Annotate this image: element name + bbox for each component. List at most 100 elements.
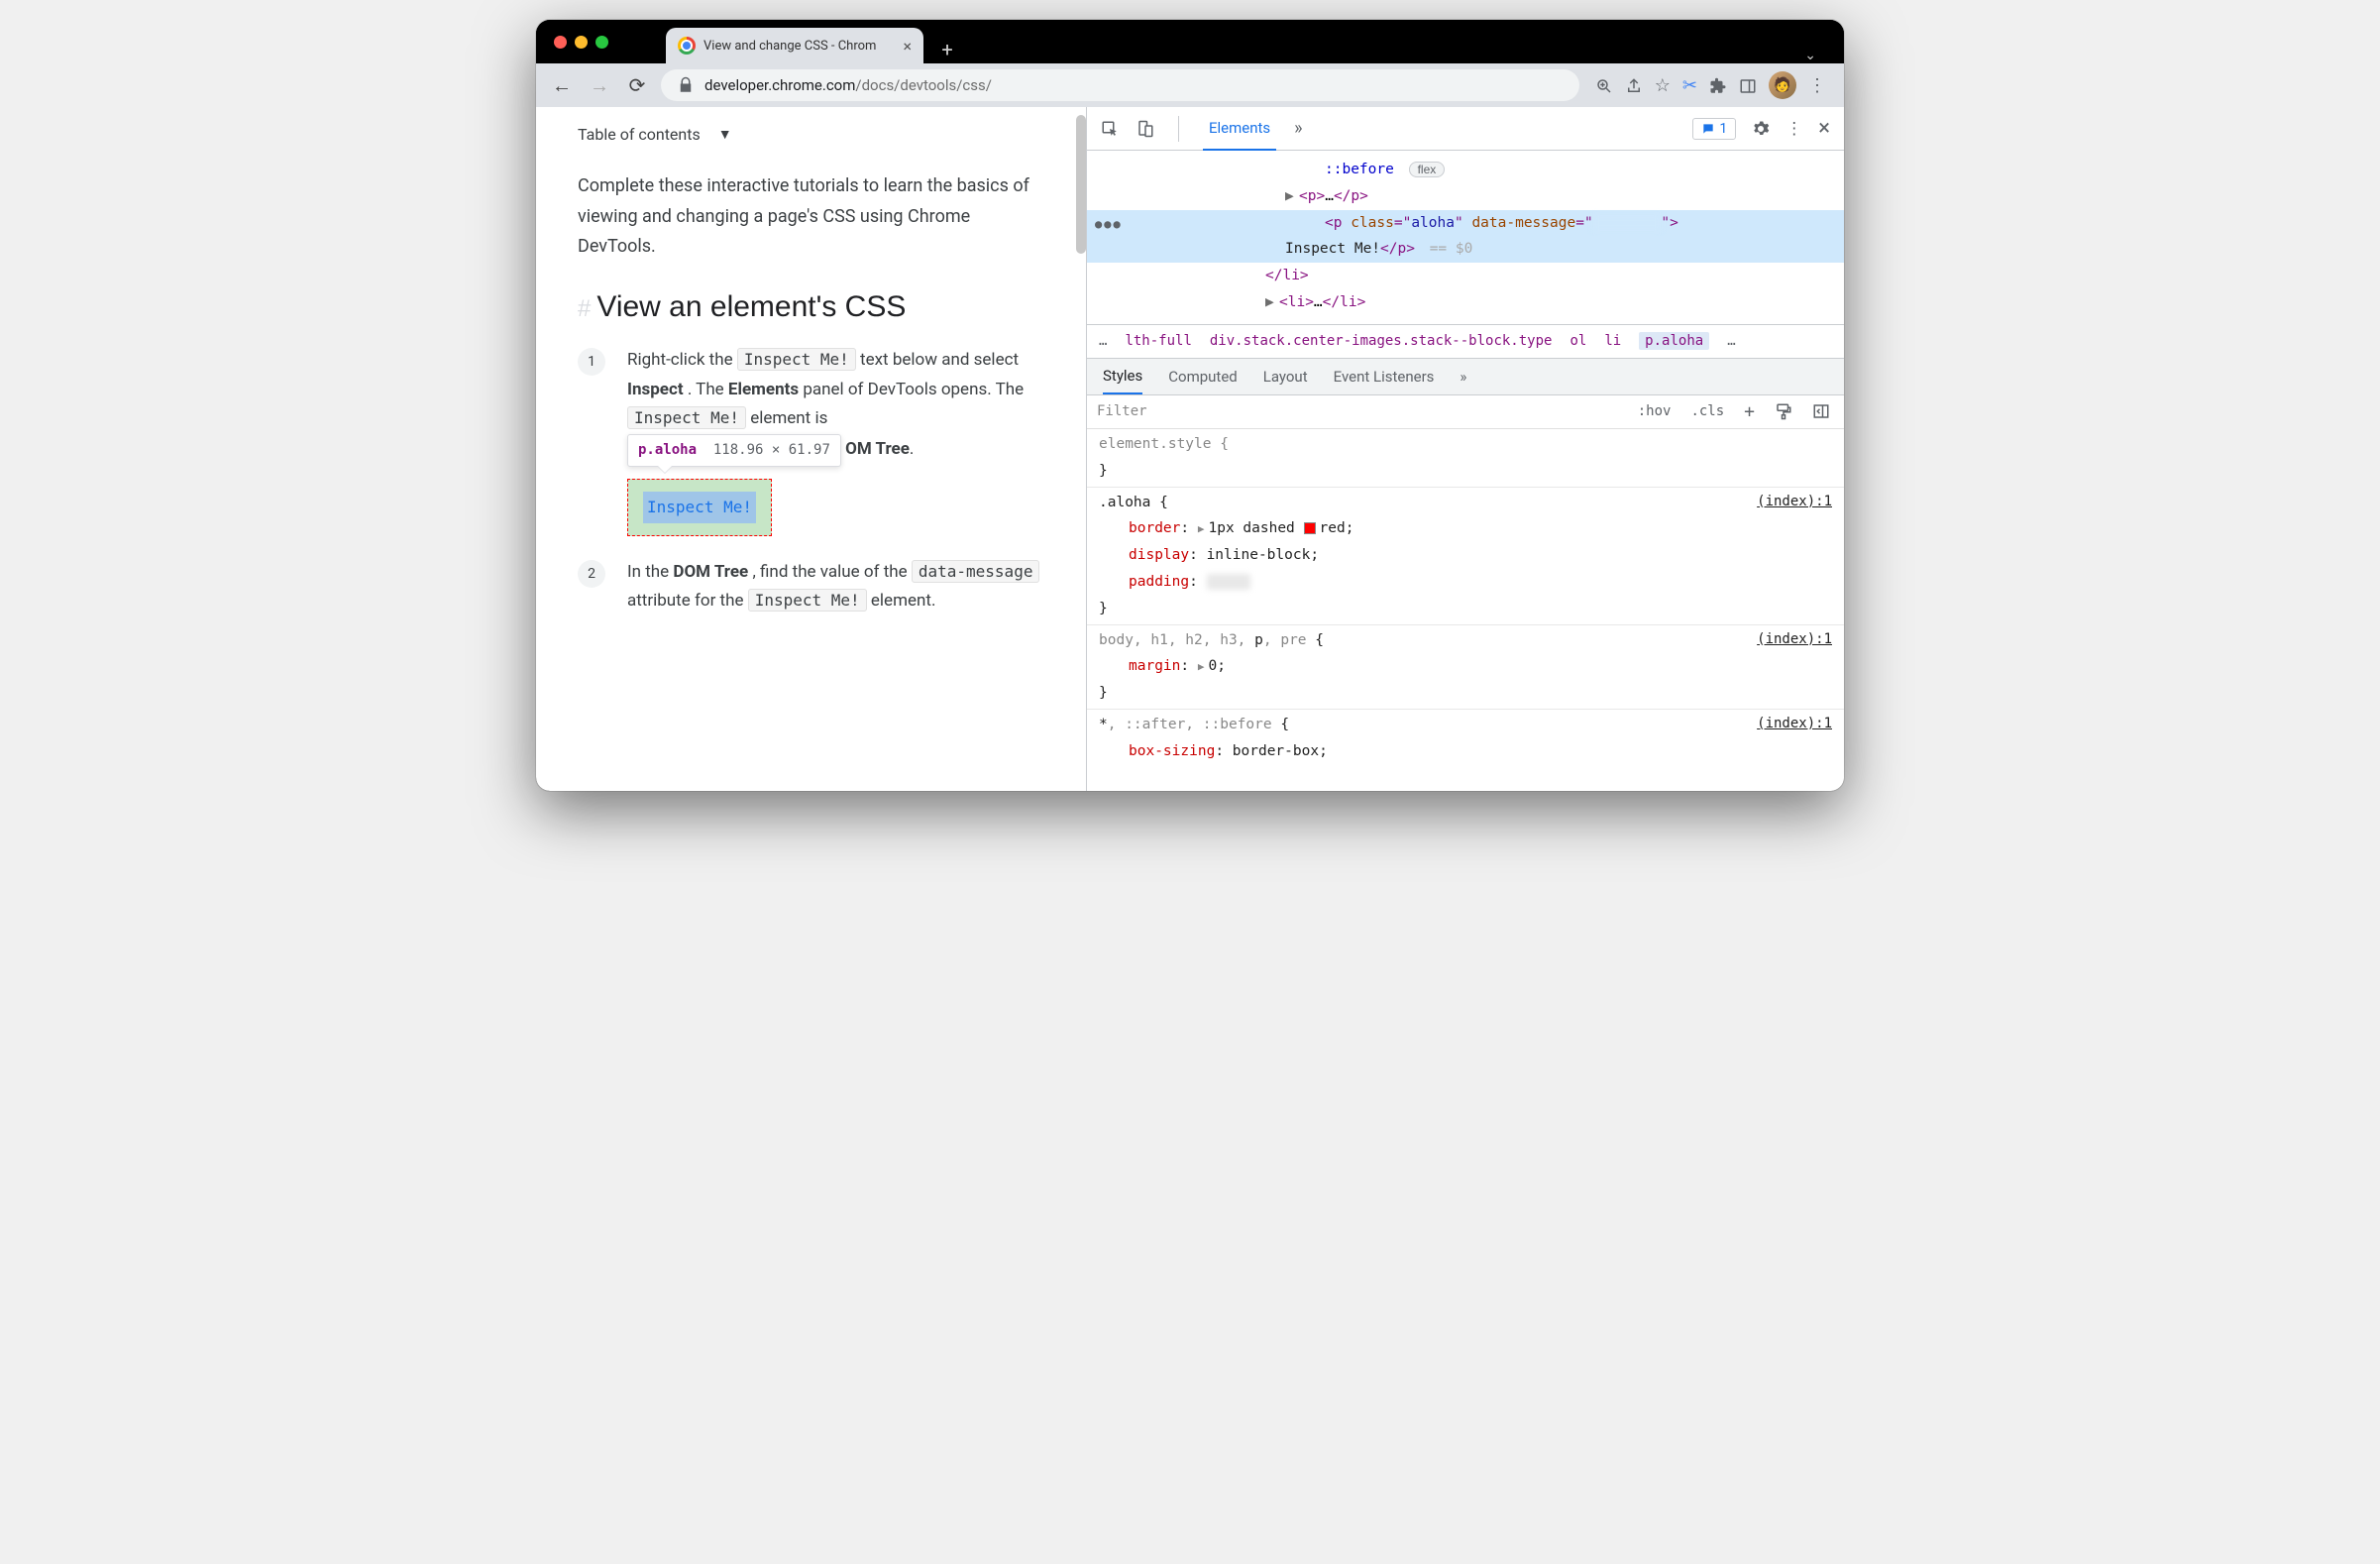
tree-row-selected[interactable]: ●●● <p class="aloha" data-message=" ">	[1087, 210, 1844, 237]
tree-row[interactable]: </li>	[1087, 263, 1844, 289]
scrollbar-thumb[interactable]	[1076, 115, 1086, 254]
issue-count: 1	[1719, 121, 1727, 137]
paint-icon[interactable]	[1771, 400, 1796, 422]
bc-item-active[interactable]: p.aloha	[1639, 332, 1709, 350]
kebab-menu-icon[interactable]: ⋮	[1808, 75, 1826, 96]
tab-strip: View and change CSS - Chrom × + ⌄	[666, 20, 1826, 63]
tab-computed[interactable]: Computed	[1168, 368, 1238, 386]
window-close-button[interactable]	[554, 36, 567, 49]
selector-gray: body, h1, h2, h3,	[1099, 632, 1254, 648]
tree-row-selected-text[interactable]: Inspect Me!</p> == $0	[1087, 236, 1844, 263]
settings-icon[interactable]	[1752, 119, 1770, 139]
rule-aloha[interactable]: (index):1 .aloha { border: ▶1px dashed r…	[1087, 488, 1844, 625]
attr: class	[1351, 215, 1394, 231]
expand-icon[interactable]: ▶	[1198, 522, 1205, 535]
toc-toggle[interactable]: Table of contents ▼	[578, 125, 1044, 144]
expand-icon[interactable]: ▶	[1198, 660, 1205, 673]
back-button[interactable]: ←	[548, 73, 576, 98]
prop-val: border-box	[1233, 743, 1319, 759]
pseudo-before: ::before	[1325, 162, 1394, 177]
close-devtools-icon[interactable]: ×	[1818, 116, 1830, 141]
source-link[interactable]: (index):1	[1757, 627, 1832, 653]
zoom-icon[interactable]	[1595, 75, 1613, 96]
tooltip-dimensions: 118.96 × 61.97	[713, 442, 830, 458]
inspect-me-element[interactable]: Inspect Me!	[627, 479, 772, 536]
tab-layout[interactable]: Layout	[1263, 368, 1308, 386]
bookmark-icon[interactable]: ☆	[1655, 75, 1671, 96]
ellipsis: …	[1325, 188, 1334, 204]
styles-filter-input[interactable]: Filter	[1097, 403, 1622, 419]
prop-val: red	[1320, 520, 1346, 536]
new-tab-button[interactable]: +	[933, 36, 961, 63]
device-toggle-icon[interactable]	[1136, 118, 1154, 139]
bc-item[interactable]: div.stack.center-images.stack--block.typ…	[1210, 333, 1553, 349]
browser-tab[interactable]: View and change CSS - Chrom ×	[666, 28, 923, 63]
text: text below and select	[860, 350, 1019, 370]
bc-item[interactable]: ol	[1569, 333, 1586, 349]
selector-gray: , pre	[1263, 632, 1307, 648]
breadcrumb[interactable]: … lth-full div.stack.center-images.stack…	[1087, 324, 1844, 358]
selected-indicator-icon: ●●●	[1095, 213, 1123, 235]
tree-row[interactable]: ▶<li>…</li>	[1087, 289, 1844, 316]
selector-match: p	[1254, 632, 1263, 648]
source-link[interactable]: (index):1	[1757, 712, 1832, 737]
cls-toggle[interactable]: .cls	[1686, 401, 1728, 421]
bc-more[interactable]: …	[1099, 333, 1107, 349]
more-tabs-icon[interactable]: »	[1460, 368, 1466, 386]
bold-inspect: Inspect	[627, 380, 684, 399]
text: element.	[871, 591, 936, 611]
source-link[interactable]: (index):1	[1757, 490, 1832, 515]
scissors-extension-icon[interactable]: ✂	[1682, 75, 1697, 96]
chevron-down-icon: ▼	[718, 126, 732, 143]
elements-tree[interactable]: ::before flex ▶<p>…</p> ●●● <p class="al…	[1087, 151, 1844, 324]
rule-body-etc[interactable]: (index):1 body, h1, h2, h3, p, pre { mar…	[1087, 625, 1844, 710]
window-minimize-button[interactable]	[575, 36, 588, 49]
step-1: 1 Right-click the Inspect Me! text below…	[578, 346, 1044, 536]
styles-rules[interactable]: element.style { } (index):1 .aloha { bor…	[1087, 429, 1844, 791]
selector-gray: , ::after, ::before	[1108, 717, 1272, 732]
bold-dom-tree: DOM Tree	[673, 562, 748, 582]
expand-icon[interactable]: ▶	[1285, 183, 1297, 210]
issues-badge[interactable]: 1	[1692, 118, 1736, 140]
sidepanel-icon[interactable]	[1739, 75, 1757, 96]
hov-toggle[interactable]: :hov	[1634, 401, 1676, 421]
inspect-element-icon[interactable]	[1101, 118, 1119, 139]
rule-element-style[interactable]: element.style { }	[1087, 429, 1844, 488]
expand-icon[interactable]: ▶	[1265, 289, 1277, 316]
bc-item[interactable]: lth-full	[1125, 333, 1191, 349]
code-inspect-me-2: Inspect Me!	[627, 406, 746, 429]
new-rule-icon[interactable]: +	[1740, 399, 1759, 424]
prop-val: 1px dashed	[1208, 520, 1303, 536]
url-path: /docs/devtools/css/	[855, 76, 992, 94]
tree-row[interactable]: ::before flex	[1087, 157, 1844, 183]
tag: <li>	[1279, 294, 1314, 310]
prop-name: display	[1129, 547, 1189, 563]
tabs-menu-icon[interactable]: ⌄	[1804, 48, 1816, 63]
selector: .aloha	[1099, 495, 1150, 510]
address-bar[interactable]: developer.chrome.com/docs/devtools/css/	[661, 69, 1579, 101]
reload-button[interactable]: ⟳	[623, 73, 651, 97]
tab-close-button[interactable]: ×	[903, 37, 912, 56]
bc-item[interactable]: li	[1604, 333, 1621, 349]
code-data-message: data-message	[912, 560, 1040, 583]
bc-more[interactable]: …	[1727, 333, 1735, 349]
kebab-menu-icon[interactable]: ⋮	[1785, 119, 1802, 139]
url-domain: developer.chrome.com	[704, 76, 855, 94]
tab-event-listeners[interactable]: Event Listeners	[1334, 368, 1435, 386]
color-swatch[interactable]	[1304, 522, 1316, 534]
extensions-icon[interactable]	[1709, 75, 1727, 96]
tab-elements[interactable]: Elements	[1203, 107, 1276, 151]
lock-icon	[677, 76, 695, 94]
share-icon[interactable]	[1625, 75, 1643, 96]
rule-star[interactable]: (index):1 *, ::after, ::before { box-siz…	[1087, 710, 1844, 767]
forward-button[interactable]: →	[586, 73, 613, 98]
window-zoom-button[interactable]	[595, 36, 608, 49]
brace: }	[1099, 463, 1108, 479]
flex-badge[interactable]: flex	[1409, 162, 1446, 177]
profile-avatar[interactable]: 🧑	[1769, 71, 1796, 99]
more-tabs-icon[interactable]: »	[1294, 118, 1302, 139]
computed-sidebar-icon[interactable]	[1808, 400, 1834, 422]
step-2: 2 In the DOM Tree , find the value of th…	[578, 558, 1044, 617]
tree-row[interactable]: ▶<p>…</p>	[1087, 183, 1844, 210]
tab-styles[interactable]: Styles	[1103, 359, 1142, 394]
